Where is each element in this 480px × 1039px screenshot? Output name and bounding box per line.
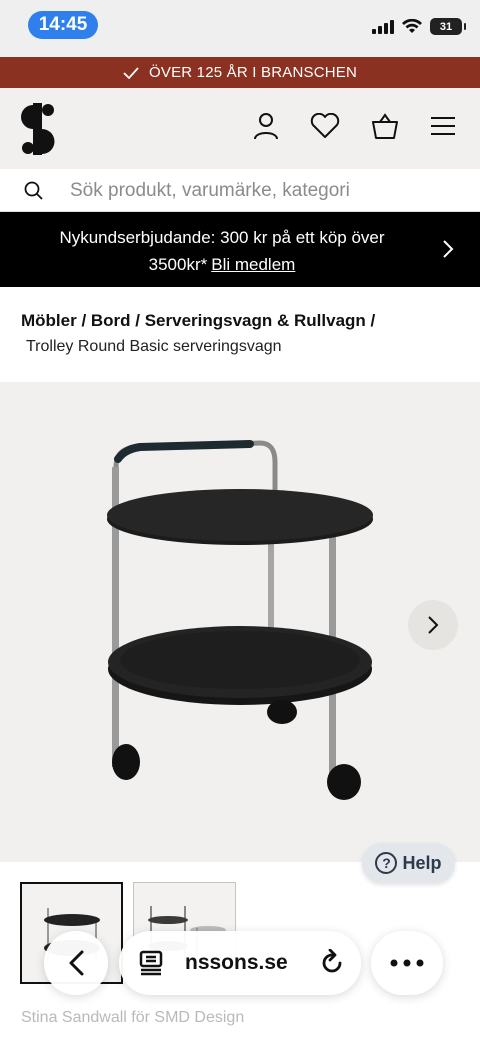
- status-icons: 31: [372, 18, 466, 35]
- help-label: Help: [402, 852, 442, 873]
- designer-credit: Stina Sandwall för SMD Design: [21, 1009, 245, 1026]
- chevron-right-icon[interactable]: [442, 240, 454, 258]
- site-header: [0, 88, 480, 169]
- signal-icon: [372, 19, 394, 34]
- product-image[interactable]: [100, 437, 390, 807]
- search-icon: [24, 181, 43, 200]
- battery-icon: 31: [430, 18, 466, 35]
- header-icons: [253, 112, 456, 140]
- next-image-button[interactable]: [408, 600, 458, 650]
- check-icon: [123, 66, 139, 79]
- clock: 14:45: [28, 11, 98, 39]
- user-icon[interactable]: [253, 112, 279, 140]
- svenssons-logo-icon[interactable]: [19, 103, 57, 160]
- status-bar: 14:45 31: [0, 0, 480, 57]
- chevron-left-icon: [69, 950, 84, 976]
- heart-icon[interactable]: [310, 113, 340, 139]
- menu-icon[interactable]: [430, 116, 456, 136]
- basket-icon[interactable]: [371, 112, 399, 140]
- breadcrumb-current: Trolley Round Basic serveringsvagn: [26, 338, 282, 355]
- breadcrumb: Möbler / Bord / Serveringsvagn & Rullvag…: [0, 287, 480, 382]
- product-gallery: [0, 382, 480, 862]
- search-bar: [0, 169, 480, 212]
- browser-back-button[interactable]: [44, 931, 108, 995]
- promo-bar: ÖVER 125 ÅR I BRANSCHEN: [0, 57, 480, 88]
- become-member-link[interactable]: Bli medlem: [211, 255, 295, 274]
- help-icon: ?: [375, 852, 398, 874]
- promo-text: ÖVER 125 ÅR I BRANSCHEN: [149, 64, 357, 81]
- search-input[interactable]: [70, 177, 460, 205]
- banner-text: Nykundserbjudande: 300 kr på ett köp öve…: [20, 224, 424, 278]
- help-button[interactable]: ? Help: [362, 843, 455, 883]
- chevron-right-icon: [428, 616, 439, 634]
- browser-address-bar[interactable]: nssons.se: [119, 931, 361, 995]
- new-customer-banner[interactable]: Nykundserbjudande: 300 kr på ett köp öve…: [0, 212, 480, 287]
- url-text: nssons.se: [185, 951, 288, 974]
- wifi-icon: [402, 19, 422, 33]
- reload-icon[interactable]: [319, 949, 345, 977]
- breadcrumb-path[interactable]: Möbler / Bord / Serveringsvagn & Rullvag…: [21, 311, 375, 331]
- more-icon: [390, 959, 424, 967]
- browser-more-button[interactable]: [371, 931, 443, 995]
- page-menu-icon[interactable]: [139, 950, 165, 976]
